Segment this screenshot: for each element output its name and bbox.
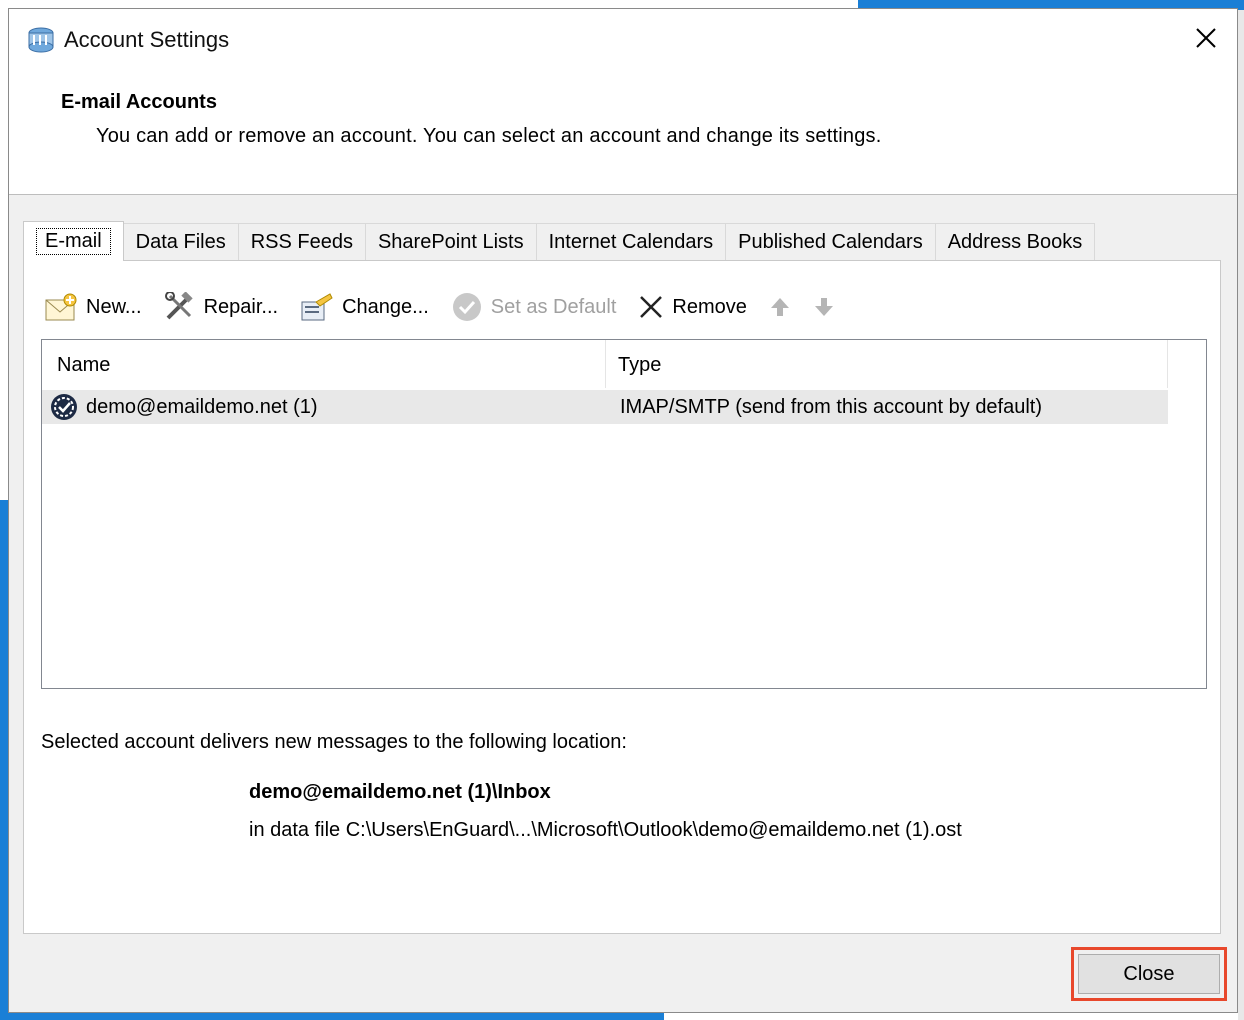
close-button[interactable]: Close — [1078, 954, 1220, 994]
desktop-background — [1238, 10, 1244, 1020]
page-description: You can add or remove an account. You ca… — [96, 125, 882, 147]
account-settings-dialog: Account Settings E-mail Accounts You can… — [8, 8, 1238, 1013]
remove-x-icon — [640, 296, 663, 318]
window-title: Account Settings — [64, 27, 230, 52]
tab-data-files[interactable]: Data Files — [122, 223, 239, 261]
toolbar: New... Repair... Change... Set as Defaul… — [44, 289, 857, 325]
default-account-icon — [42, 393, 86, 421]
repair-button[interactable]: Repair... — [164, 292, 278, 322]
email-tab-panel: New... Repair... Change... Set as Defaul… — [23, 260, 1221, 934]
desktop-background — [0, 1012, 664, 1020]
move-up-button[interactable] — [769, 296, 791, 318]
close-icon — [1196, 28, 1216, 48]
change-settings-icon — [301, 293, 333, 321]
tab-rss-feeds[interactable]: RSS Feeds — [237, 223, 366, 261]
new-account-button[interactable]: New... — [44, 292, 142, 322]
tab-published-calendars[interactable]: Published Calendars — [725, 223, 936, 261]
close-window-button[interactable] — [1189, 21, 1223, 55]
tab-internet-calendars[interactable]: Internet Calendars — [535, 223, 727, 261]
tab-address-books[interactable]: Address Books — [934, 223, 1096, 261]
account-type: IMAP/SMTP (send from this account by def… — [620, 395, 1043, 418]
move-down-button[interactable] — [813, 296, 835, 318]
dialog-header: Account Settings E-mail Accounts You can… — [9, 9, 1237, 195]
column-header-name[interactable]: Name — [42, 340, 606, 388]
arrow-up-icon — [770, 298, 789, 316]
new-mail-icon — [45, 293, 77, 321]
accounts-list: Name Type demo@emaildemo.net (1) IMAP/SM… — [41, 339, 1207, 689]
delivery-data-file: in data file C:\Users\EnGuard\...\Micros… — [249, 819, 962, 841]
page-heading: E-mail Accounts — [61, 91, 217, 113]
account-name: demo@emaildemo.net (1) — [86, 395, 318, 418]
tab-bar: E-mail Data Files RSS Feeds SharePoint L… — [23, 221, 1096, 261]
arrow-down-icon — [814, 298, 833, 316]
tab-email[interactable]: E-mail — [23, 221, 124, 261]
column-header-type[interactable]: Type — [606, 340, 1168, 388]
table-row[interactable]: demo@emaildemo.net (1) IMAP/SMTP (send f… — [42, 390, 1168, 424]
close-button-highlight: Close — [1071, 947, 1227, 1001]
account-settings-icon — [25, 25, 57, 55]
delivery-label: Selected account delivers new messages t… — [41, 731, 627, 753]
checkmark-icon — [452, 293, 481, 321]
set-as-default-button[interactable]: Set as Default — [451, 291, 616, 323]
tab-sharepoint-lists[interactable]: SharePoint Lists — [364, 223, 537, 261]
tools-icon — [164, 292, 193, 320]
change-button[interactable]: Change... — [300, 292, 429, 322]
list-header: Name Type — [42, 340, 1168, 388]
delivery-folder: demo@emaildemo.net (1)\Inbox — [249, 781, 551, 803]
remove-button[interactable]: Remove — [638, 294, 747, 320]
